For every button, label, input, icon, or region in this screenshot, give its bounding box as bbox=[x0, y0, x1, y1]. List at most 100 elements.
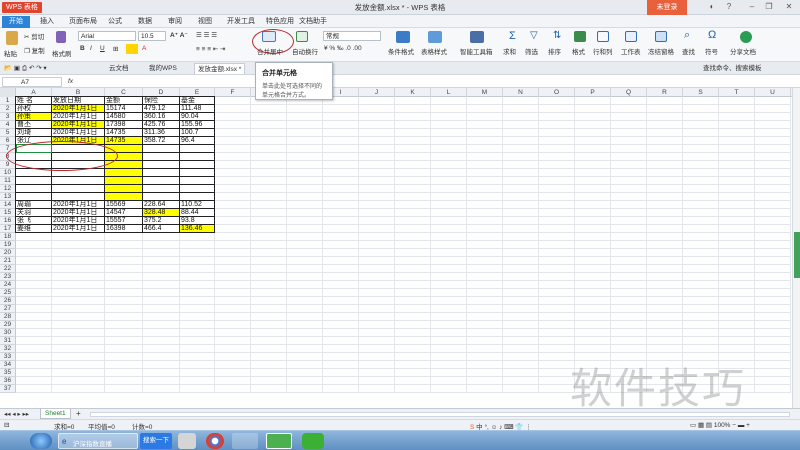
filter-button[interactable]: 筛选 bbox=[525, 46, 538, 56]
column-header-K[interactable]: K bbox=[395, 88, 431, 97]
fill-color-icon[interactable] bbox=[126, 44, 138, 54]
row-header-20[interactable]: 20 bbox=[0, 249, 16, 257]
align-left-icon[interactable]: ≡ ≡ ≡ ⇤ ⇥ bbox=[196, 45, 226, 53]
copy-button[interactable]: ❐ 复制 bbox=[24, 45, 45, 55]
row-header-10[interactable]: 10 bbox=[0, 169, 16, 177]
vertical-scrollbar[interactable] bbox=[792, 88, 800, 408]
column-header-P[interactable]: P bbox=[575, 88, 611, 97]
font-name-select[interactable]: Arial bbox=[78, 31, 136, 41]
explorer-icon[interactable] bbox=[232, 433, 258, 449]
column-header-U[interactable]: U bbox=[755, 88, 791, 97]
menu-developer[interactable]: 开发工具 bbox=[224, 16, 258, 28]
bold-icon[interactable]: B bbox=[80, 45, 85, 52]
font-size-select[interactable]: 10.5 bbox=[138, 31, 166, 41]
row-header-6[interactable]: 6 bbox=[0, 137, 16, 145]
symbol-button[interactable]: 符号 bbox=[705, 46, 718, 56]
conditional-format-icon[interactable] bbox=[396, 31, 410, 43]
chrome-icon[interactable] bbox=[206, 433, 224, 449]
taskbar-ie-window[interactable]: e 沪深指数直播 bbox=[58, 433, 138, 449]
row-header-22[interactable]: 22 bbox=[0, 265, 16, 273]
share-button[interactable]: 分享文档 bbox=[730, 46, 756, 56]
worksheet-icon[interactable] bbox=[625, 31, 637, 42]
menu-review[interactable]: 审阅 bbox=[164, 16, 186, 28]
row-header-33[interactable]: 33 bbox=[0, 353, 16, 361]
row-header-37[interactable]: 37 bbox=[0, 385, 16, 393]
column-header-T[interactable]: T bbox=[719, 88, 755, 97]
row-header-14[interactable]: 14 bbox=[0, 201, 16, 209]
add-sheet-button[interactable]: + bbox=[76, 409, 81, 418]
row-header-24[interactable]: 24 bbox=[0, 281, 16, 289]
column-header-F[interactable]: F bbox=[215, 88, 251, 97]
format-icon[interactable] bbox=[574, 31, 586, 42]
number-format-select[interactable]: 常规 bbox=[323, 31, 381, 41]
worksheet-button[interactable]: 工作表 bbox=[621, 46, 641, 56]
row-header-19[interactable]: 19 bbox=[0, 241, 16, 249]
column-header-N[interactable]: N bbox=[503, 88, 539, 97]
select-all-corner[interactable] bbox=[0, 88, 16, 97]
row-header-29[interactable]: 29 bbox=[0, 321, 16, 329]
view-mode-icons[interactable]: ▭ ▦ ▤ 100% − ▬ + bbox=[690, 421, 750, 429]
menu-home[interactable]: 开始 bbox=[2, 16, 30, 28]
row-header-23[interactable]: 23 bbox=[0, 273, 16, 281]
menu-view[interactable]: 视图 bbox=[194, 16, 216, 28]
paste-icon[interactable] bbox=[6, 31, 18, 45]
column-header-R[interactable]: R bbox=[647, 88, 683, 97]
wechat-icon[interactable] bbox=[302, 433, 324, 449]
table-style-button[interactable]: 表格样式 bbox=[421, 46, 447, 56]
column-header-J[interactable]: J bbox=[359, 88, 395, 97]
freeze-panes-icon[interactable] bbox=[655, 31, 667, 42]
align-top-icon[interactable]: ☰ ☰ ☰ bbox=[196, 31, 217, 39]
horizontal-scrollbar[interactable] bbox=[90, 412, 790, 417]
share-icon[interactable] bbox=[740, 31, 752, 43]
menu-features[interactable]: 特色应用 bbox=[260, 16, 300, 28]
menu-page-layout[interactable]: 页面布局 bbox=[64, 16, 102, 28]
menu-insert[interactable]: 插入 bbox=[34, 16, 60, 28]
find-button[interactable]: 查找 bbox=[682, 46, 695, 56]
row-header-16[interactable]: 16 bbox=[0, 217, 16, 225]
login-button[interactable]: 未登录 bbox=[647, 0, 687, 15]
row-header-5[interactable]: 5 bbox=[0, 129, 16, 137]
find-icon[interactable]: ⌕ bbox=[684, 29, 690, 42]
row-header-21[interactable]: 21 bbox=[0, 257, 16, 265]
help-icon[interactable]: ? bbox=[722, 1, 736, 13]
conditional-format-button[interactable]: 条件格式 bbox=[388, 46, 414, 56]
row-header-4[interactable]: 4 bbox=[0, 121, 16, 129]
row-col-icon[interactable] bbox=[597, 31, 609, 42]
border-icon[interactable]: ⊞ bbox=[113, 45, 118, 53]
name-box[interactable]: A7 bbox=[2, 77, 62, 87]
row-header-2[interactable]: 2 bbox=[0, 105, 16, 113]
menu-data[interactable]: 数据 bbox=[134, 16, 156, 28]
sort-icon[interactable]: ⇅ bbox=[553, 30, 561, 41]
format-painter-icon[interactable] bbox=[56, 31, 66, 43]
format-button[interactable]: 格式 bbox=[572, 46, 585, 56]
wrap-text-button[interactable]: 自动换行 bbox=[292, 46, 318, 56]
row-header-3[interactable]: 3 bbox=[0, 113, 16, 121]
quick-access-icons[interactable]: 📂 ▣ ⎙ ↶ ↷ ▾ bbox=[4, 64, 47, 73]
row-header-34[interactable]: 34 bbox=[0, 361, 16, 369]
paste-button[interactable]: 粘贴 bbox=[4, 48, 17, 58]
symbol-icon[interactable]: Ω bbox=[708, 29, 716, 41]
row-header-15[interactable]: 15 bbox=[0, 209, 16, 217]
cut-button[interactable]: ✂ 剪切 bbox=[24, 31, 44, 41]
skin-icon[interactable]: ◐ bbox=[705, 1, 719, 13]
tab-document[interactable]: 发放金额.xlsx * bbox=[194, 63, 246, 74]
search-button[interactable]: 搜索一下 bbox=[140, 433, 172, 449]
column-header-O[interactable]: O bbox=[539, 88, 575, 97]
start-button[interactable] bbox=[30, 433, 52, 449]
sheet-tab-sheet1[interactable]: Sheet1 bbox=[40, 409, 71, 419]
sheet-nav-arrows[interactable]: ◂◂ ◂ ▸ ▸▸ bbox=[4, 410, 29, 418]
row-col-button[interactable]: 行和列 bbox=[593, 46, 613, 56]
italic-icon[interactable]: I bbox=[90, 45, 92, 52]
format-painter-button[interactable]: 格式刷 bbox=[52, 48, 72, 58]
filter-icon[interactable]: ▽ bbox=[530, 30, 538, 41]
row-header-12[interactable]: 12 bbox=[0, 185, 16, 193]
command-search[interactable]: 查找命令、搜索模板 bbox=[700, 63, 765, 74]
wps-spreadsheet-icon[interactable] bbox=[266, 433, 292, 449]
row-header-36[interactable]: 36 bbox=[0, 377, 16, 385]
row-header-17[interactable]: 17 bbox=[0, 225, 16, 233]
menu-formulas[interactable]: 公式 bbox=[104, 16, 126, 28]
menu-doc-assistant[interactable]: 文档助手 bbox=[296, 16, 330, 28]
row-header-30[interactable]: 30 bbox=[0, 329, 16, 337]
row-header-18[interactable]: 18 bbox=[0, 233, 16, 241]
tab-cloud-docs[interactable]: 云文档 bbox=[106, 63, 132, 74]
